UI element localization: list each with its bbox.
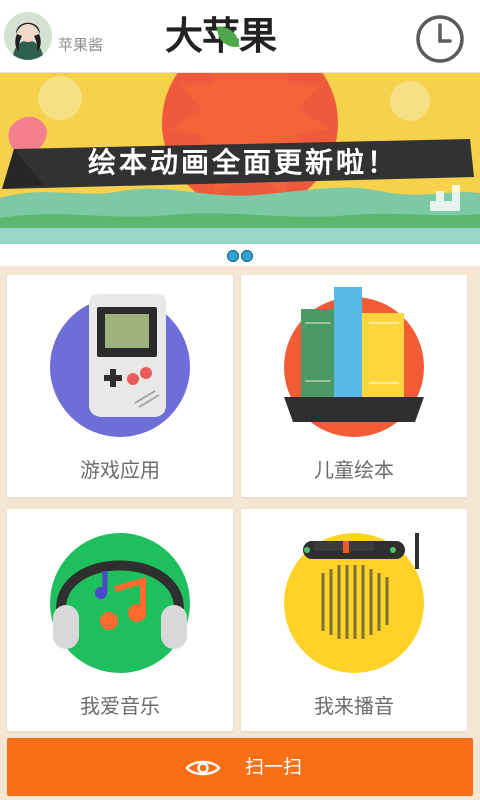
banner-pagination (0, 244, 480, 266)
banner-headline: 绘本动画全面更新啦！ (87, 146, 398, 179)
avatar-image (4, 12, 52, 60)
headphones-icon (50, 533, 190, 673)
radio-icon (284, 533, 424, 673)
game-console-icon (50, 294, 190, 437)
card-picture-books[interactable]: 儿童绘本 (241, 275, 467, 497)
pagination-dot-2[interactable] (241, 250, 253, 262)
card-label-broadcast: 我来播音 (314, 694, 394, 718)
clock-icon (416, 15, 464, 63)
card-games-apps[interactable]: 游戏应用 (7, 275, 233, 497)
card-music[interactable]: 我爱音乐 (7, 509, 233, 731)
card-label-picture-books: 儿童绘本 (314, 458, 394, 482)
card-broadcast[interactable]: 我来播音 (241, 509, 467, 731)
eye-icon (185, 760, 221, 776)
avatar[interactable] (4, 12, 52, 60)
pagination-dot-1[interactable] (227, 250, 239, 262)
scan-button[interactable]: 扫一扫 (7, 738, 473, 796)
scan-button-label: 扫一扫 (245, 756, 303, 778)
books-icon (284, 287, 424, 437)
app-logo: 大苹果 (165, 12, 315, 60)
history-button[interactable] (414, 13, 466, 65)
card-label-games-apps: 游戏应用 (80, 458, 160, 482)
top-header: 苹果酱 大苹果 (0, 0, 480, 73)
card-label-music: 我爱音乐 (80, 694, 160, 718)
promo-banner[interactable]: 绘本动画全面更新啦！ (0, 73, 480, 244)
username: 苹果酱 (58, 36, 104, 54)
